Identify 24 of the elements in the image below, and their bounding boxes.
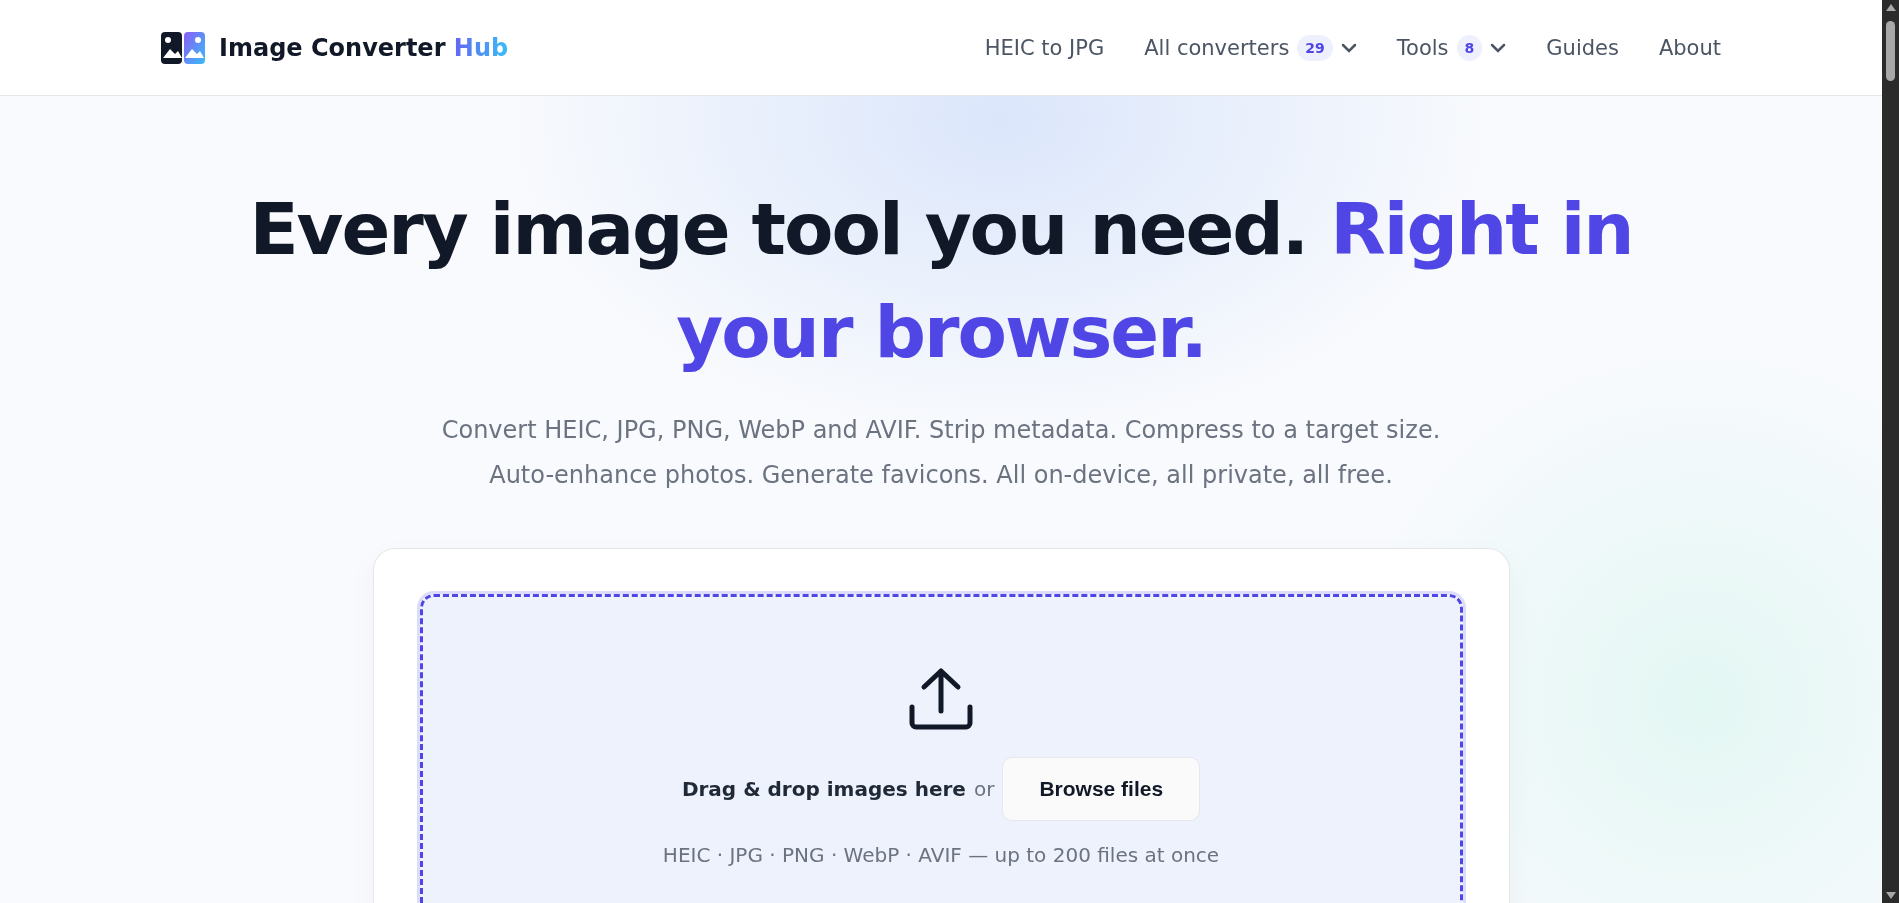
scroll-up-icon[interactable] [1885,4,1896,11]
brand-name: Image Converter Hub [219,33,509,62]
formats-note: HEIC · JPG · PNG · WebP · AVIF — up to 200 files at once [662,843,1220,867]
count-badge: 8 [1456,34,1483,61]
brand-logo[interactable]: Image Converter Hub [161,31,509,64]
nav-dropdown[interactable]: All converters 29 [1144,34,1357,61]
scrollbar[interactable] [1882,0,1899,903]
nav-link[interactable]: HEIC to JPG [984,35,1105,60]
or-text: or [973,777,995,801]
scroll-down-icon[interactable] [1885,892,1896,899]
scrollbar-thumb[interactable] [1886,21,1895,81]
image-pair-icon [161,31,205,64]
drop-zone[interactable]: Drag & drop images here or Browse files HEIC · JPG · PNG · WebP · AVIF — up to 200 files at once [419,594,1463,903]
browse-files-button[interactable]: Browse files [1002,757,1201,821]
nav-dropdown[interactable]: Tools 8 [1396,34,1507,61]
upload-icon [908,667,974,731]
nav-link[interactable]: Guides [1546,35,1619,60]
hero-subtitle: Convert HEIC, JPG, PNG, WebP and AVIF. Strip metadata. Compress to a target size. Auto-enhance photos. Generate favicons. All on-device, all private, all free. [441,415,1441,491]
count-badge: 29 [1297,34,1333,61]
drop-prompt: Drag & drop images here [681,777,966,801]
nav-link[interactable]: About [1658,35,1721,60]
chevron-down-icon [1490,42,1507,53]
hero-headline: Every image tool you need. Right in your browser. [248,186,1634,376]
chevron-down-icon [1340,42,1357,53]
